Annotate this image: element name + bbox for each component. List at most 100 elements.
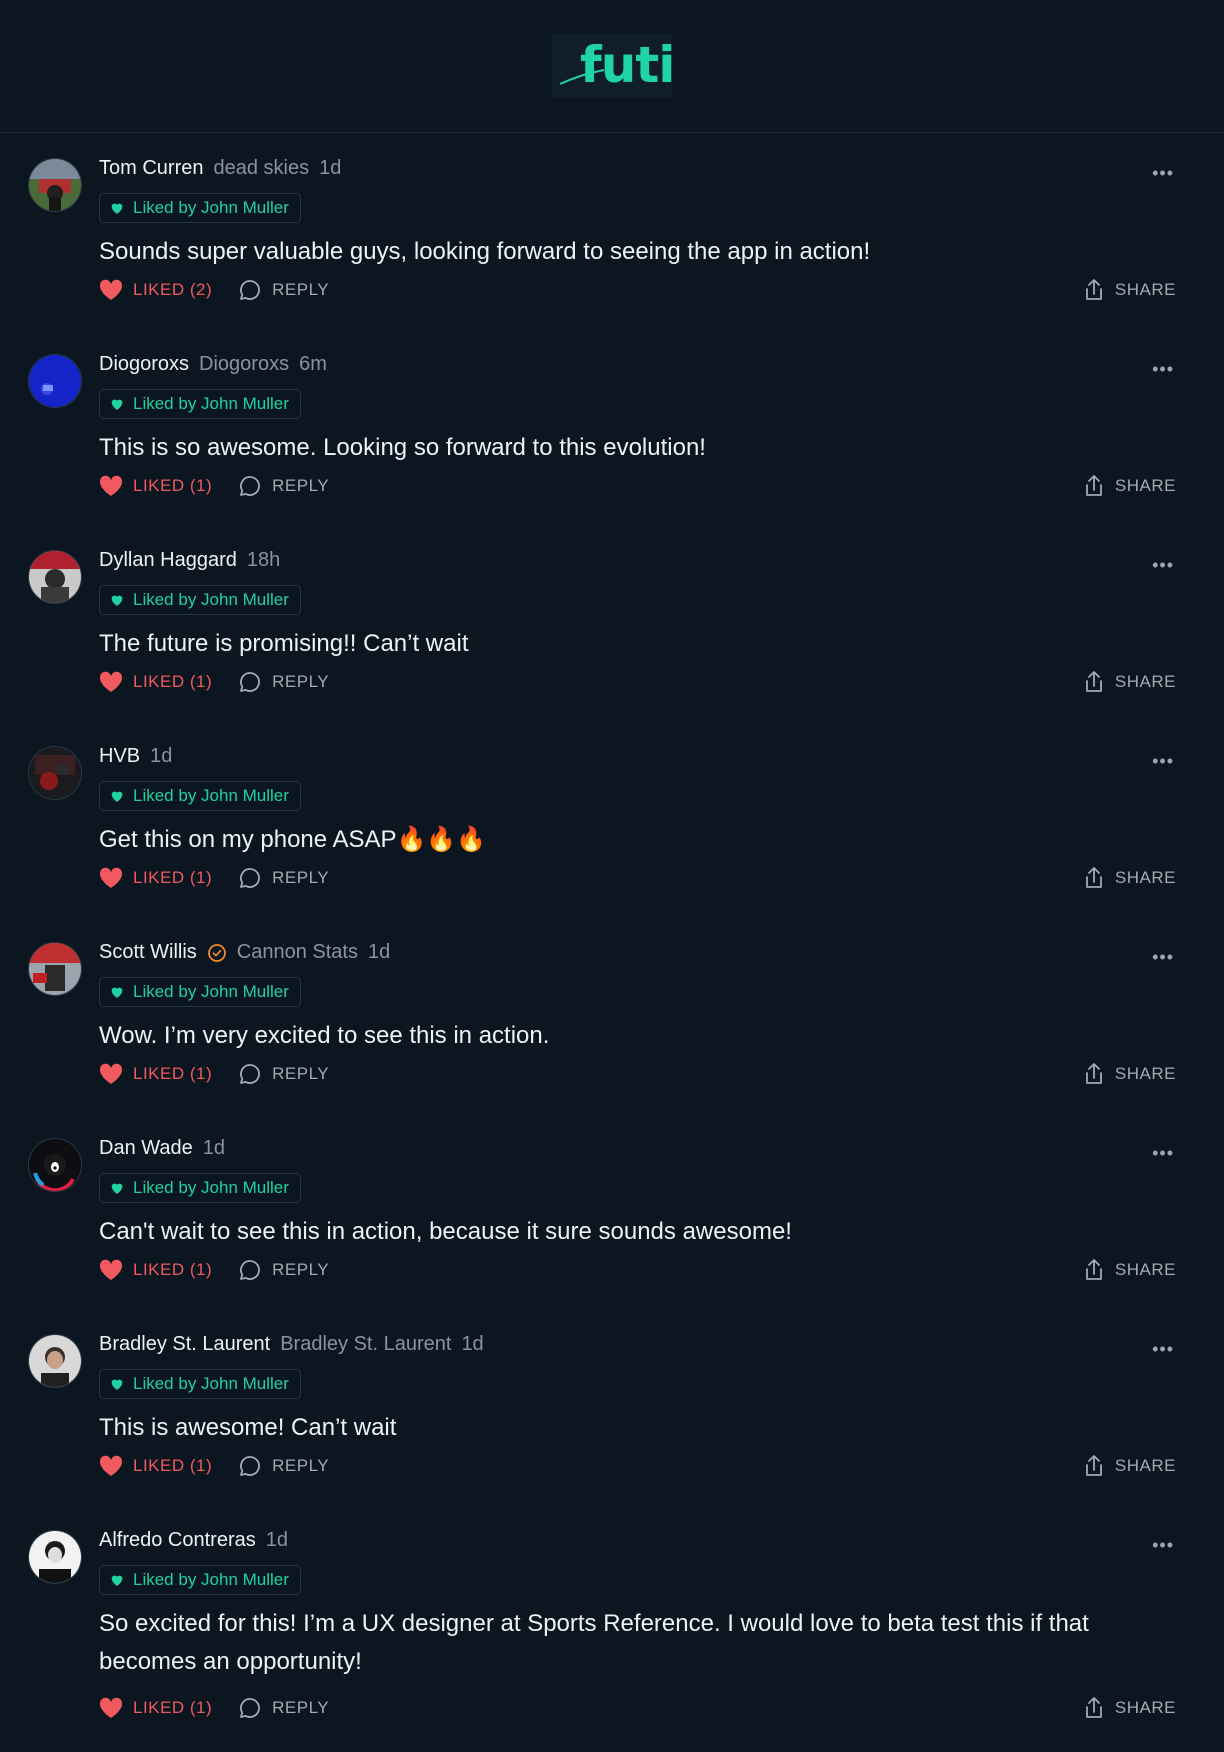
logo-text: futi <box>580 36 675 94</box>
author-name[interactable]: HVB <box>99 745 140 768</box>
like-button[interactable]: LIKED (1) <box>99 1259 212 1281</box>
author-name[interactable]: Tom Curren <box>99 157 203 180</box>
heart-icon <box>99 1063 123 1084</box>
more-options-icon[interactable]: ••• <box>1152 163 1174 184</box>
comment-actions: LIKED (1) REPLY SHARE <box>99 1452 1176 1480</box>
like-button[interactable]: LIKED (2) <box>99 279 212 301</box>
more-options-icon[interactable]: ••• <box>1152 359 1174 380</box>
author-subtitle: Diogoroxs <box>199 353 290 375</box>
liked-by-badge: Liked by John Muller <box>99 1565 301 1595</box>
share-button[interactable]: SHARE <box>1083 1258 1176 1282</box>
author-name[interactable]: Scott Willis <box>99 941 197 964</box>
comment-meta: Tom Curren dead skies 1d <box>99 157 341 180</box>
more-options-icon[interactable]: ••• <box>1152 751 1174 772</box>
comment-item: Diogoroxs Diogoroxs 6m ••• Liked by John… <box>0 329 1224 525</box>
more-options-icon[interactable]: ••• <box>1152 1339 1174 1360</box>
liked-by-badge: Liked by John Muller <box>99 1173 301 1203</box>
share-label: SHARE <box>1114 1260 1176 1279</box>
reply-label: REPLY <box>272 1698 330 1717</box>
author-name[interactable]: Alfredo Contreras <box>99 1529 256 1552</box>
avatar[interactable] <box>28 1138 82 1192</box>
comment-item: Alfredo Contreras 1d ••• Liked by John M… <box>0 1505 1224 1745</box>
timestamp: 1d <box>265 1529 288 1551</box>
comment-meta: Diogoroxs Diogoroxs 6m <box>99 353 327 376</box>
reply-label: REPLY <box>272 1260 330 1279</box>
timestamp: 1d <box>150 745 173 767</box>
liked-by-badge: Liked by John Muller <box>99 1369 301 1399</box>
avatar[interactable] <box>28 354 82 408</box>
reply-button[interactable]: REPLY <box>238 474 329 498</box>
timestamp: 1d <box>319 157 342 179</box>
reply-button[interactable]: REPLY <box>238 278 329 302</box>
comment-actions: LIKED (1) REPLY SHARE <box>99 1694 1176 1722</box>
comment-meta: Alfredo Contreras 1d <box>99 1529 288 1552</box>
share-button[interactable]: SHARE <box>1083 866 1176 890</box>
avatar[interactable] <box>28 1334 82 1388</box>
share-icon <box>1086 671 1102 692</box>
more-options-icon[interactable]: ••• <box>1152 555 1174 576</box>
heart-icon <box>111 1379 123 1390</box>
avatar[interactable] <box>28 942 82 996</box>
comment-item: Scott Willis Cannon Stats 1d ••• Liked b… <box>0 917 1224 1113</box>
like-button[interactable]: LIKED (1) <box>99 475 212 497</box>
avatar[interactable] <box>28 550 82 604</box>
like-button[interactable]: LIKED (1) <box>99 671 212 693</box>
share-button[interactable]: SHARE <box>1083 670 1176 694</box>
like-button[interactable]: LIKED (1) <box>99 1063 212 1085</box>
reply-label: REPLY <box>272 476 330 495</box>
author-name[interactable]: Bradley St. Laurent <box>99 1333 270 1356</box>
more-options-icon[interactable]: ••• <box>1152 947 1174 968</box>
heart-icon <box>111 1183 123 1194</box>
heart-icon <box>99 1259 123 1280</box>
share-button[interactable]: SHARE <box>1083 278 1176 302</box>
like-label: LIKED (1) <box>133 1456 213 1475</box>
reply-button[interactable]: REPLY <box>238 1454 329 1478</box>
author-name[interactable]: Dyllan Haggard <box>99 549 237 572</box>
comment-actions: LIKED (2) REPLY SHARE <box>99 276 1176 304</box>
reply-button[interactable]: REPLY <box>238 866 329 890</box>
author-subtitle: Bradley St. Laurent <box>280 1333 452 1355</box>
avatar[interactable] <box>28 1530 82 1584</box>
liked-by-badge: Liked by John Muller <box>99 977 301 1007</box>
like-label: LIKED (1) <box>133 1260 213 1279</box>
share-label: SHARE <box>1114 476 1176 495</box>
reply-button[interactable]: REPLY <box>238 1696 329 1720</box>
comment-item: HVB 1d ••• Liked by John Muller Get this… <box>0 721 1224 917</box>
like-button[interactable]: LIKED (1) <box>99 1455 212 1477</box>
author-name[interactable]: Dan Wade <box>99 1137 193 1160</box>
share-label: SHARE <box>1114 1698 1176 1717</box>
share-button[interactable]: SHARE <box>1083 1454 1176 1478</box>
like-button[interactable]: LIKED (1) <box>99 867 212 889</box>
avatar[interactable] <box>28 746 82 800</box>
like-button[interactable]: LIKED (1) <box>99 1697 212 1719</box>
timestamp: 6m <box>299 353 327 375</box>
share-label: SHARE <box>1114 672 1176 691</box>
comment-bubble-icon <box>240 280 261 300</box>
share-icon <box>1086 475 1102 496</box>
comment-text: Can't wait to see this in action, becaus… <box>99 1218 792 1245</box>
comment-list: Tom Curren dead skies 1d ••• Liked by Jo… <box>0 133 1224 1745</box>
heart-icon <box>111 399 123 410</box>
more-options-icon[interactable]: ••• <box>1152 1535 1174 1556</box>
avatar[interactable] <box>28 158 82 212</box>
share-button[interactable]: SHARE <box>1083 1696 1176 1720</box>
heart-icon <box>111 987 123 998</box>
liked-by-text: Liked by John Muller <box>133 590 289 609</box>
reply-button[interactable]: REPLY <box>238 1258 329 1282</box>
reply-button[interactable]: REPLY <box>238 670 329 694</box>
share-button[interactable]: SHARE <box>1083 474 1176 498</box>
liked-by-badge: Liked by John Muller <box>99 585 301 615</box>
liked-by-text: Liked by John Muller <box>133 1374 289 1393</box>
comment-actions: LIKED (1) REPLY SHARE <box>99 1060 1176 1088</box>
comment-text: This is so awesome. Looking so forward t… <box>99 434 706 461</box>
author-name[interactable]: Diogoroxs <box>99 353 189 376</box>
heart-icon <box>99 1697 123 1718</box>
share-button[interactable]: SHARE <box>1083 1062 1176 1086</box>
comment-text: The future is promising!! Can’t wait <box>99 630 469 657</box>
comment-meta: HVB 1d <box>99 745 172 768</box>
comment-meta: Dan Wade 1d <box>99 1137 225 1160</box>
more-options-icon[interactable]: ••• <box>1152 1143 1174 1164</box>
reply-button[interactable]: REPLY <box>238 1062 329 1086</box>
liked-by-text: Liked by John Muller <box>133 394 289 413</box>
futi-logo[interactable]: futi <box>552 34 675 98</box>
